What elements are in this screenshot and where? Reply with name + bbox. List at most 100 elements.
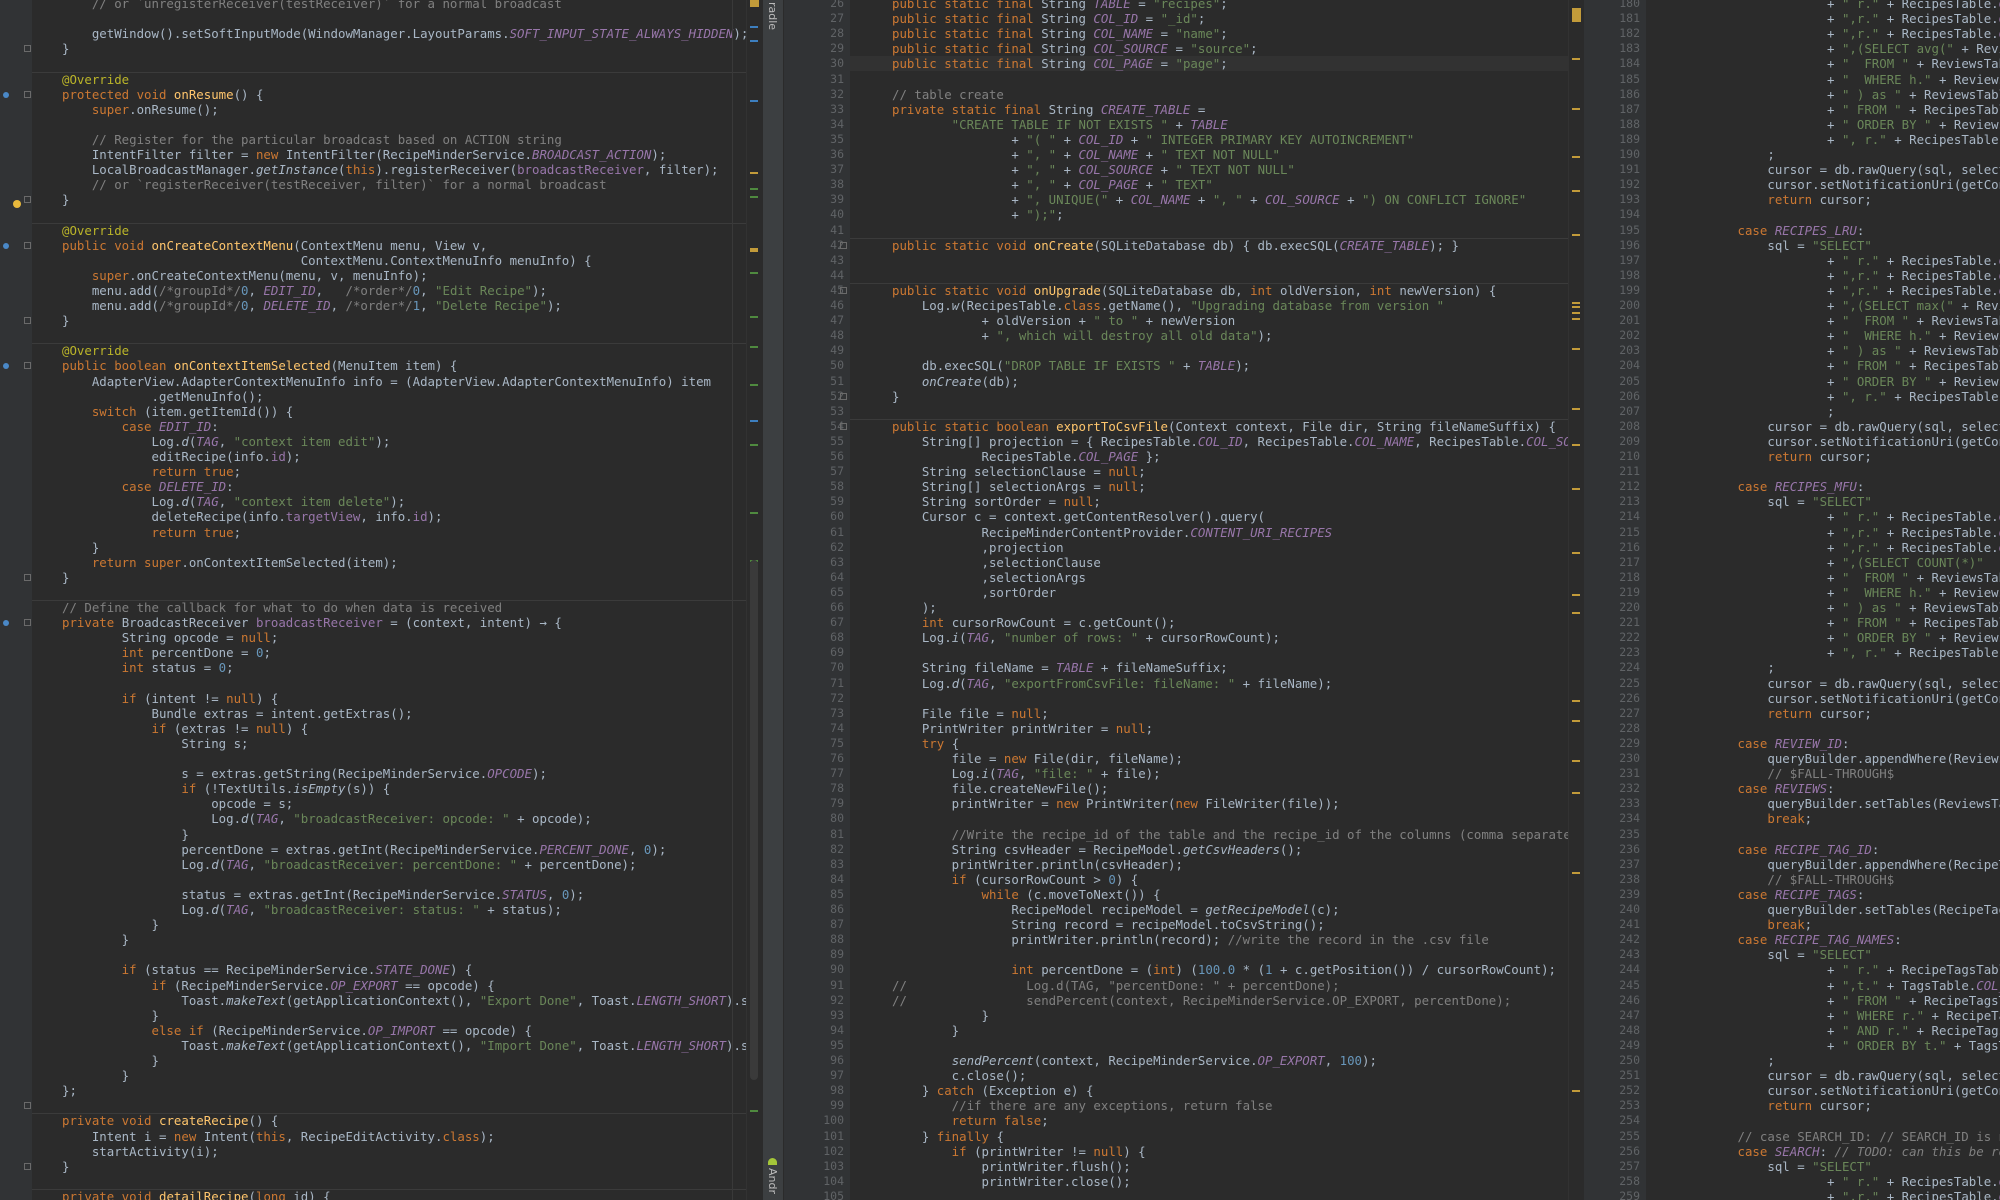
code-line[interactable]: } <box>62 1053 159 1068</box>
code-line[interactable]: // $FALL-THROUGH$ <box>1648 872 1894 887</box>
code-line[interactable]: // sendPercent(context, RecipeMinderServ… <box>892 993 1511 1008</box>
override-marker-icon[interactable] <box>3 363 9 370</box>
code-line[interactable]: + ", UNIQUE(" + COL_NAME + ", " + COL_SO… <box>892 192 1526 207</box>
code-line[interactable]: + " FROM " + RecipesTable.TABLE <box>1648 358 2000 373</box>
code-line[interactable]: menu.add(/*groupId*/0, EDIT_ID, /*order*… <box>62 283 547 298</box>
code-line[interactable]: cursor.setNotificationUri(getContext().g… <box>1648 434 2000 449</box>
middle-scrollbar[interactable] <box>1568 0 1583 1200</box>
code-line[interactable]: super.onResume(); <box>62 102 219 117</box>
code-line[interactable]: return true; <box>62 464 242 479</box>
code-line[interactable]: printWriter.println(record); //write the… <box>892 932 1488 947</box>
code-line[interactable]: + " r." + RecipesTable.COL_ID <box>1648 253 2000 268</box>
code-line[interactable]: printWriter = new PrintWriter(new FileWr… <box>892 796 1340 811</box>
code-line[interactable]: ; <box>1648 147 1774 162</box>
scroll-mark[interactable] <box>1572 408 1580 410</box>
code-line[interactable]: switch (item.getItemId()) { <box>62 404 293 419</box>
scroll-mark[interactable] <box>1572 108 1580 110</box>
code-line[interactable]: + " FROM " + RecipesTable.TABLE <box>1648 615 2000 630</box>
code-line[interactable]: cursor = db.rawQuery(sql, selectionArgs)… <box>1648 1068 2000 1083</box>
code-line[interactable]: } <box>62 570 69 585</box>
code-line[interactable]: if (intent != null) { <box>62 691 279 706</box>
scroll-thumb[interactable] <box>750 560 758 1080</box>
code-line[interactable]: cursor = db.rawQuery(sql, selectionArgs)… <box>1648 419 2000 434</box>
code-line[interactable]: printWriter.println(csvHeader); <box>892 857 1183 872</box>
code-line[interactable]: queryBuilder.setTables(ReviewsTable.TABL… <box>1648 796 2000 811</box>
code-line[interactable]: + " WHERE h." + ReviewsTable.COL_RECIPE_… <box>1648 328 2000 343</box>
code-line[interactable]: public static final String COL_ID = "_id… <box>892 11 1205 26</box>
scroll-mark[interactable] <box>1572 190 1580 192</box>
left-scrollbar[interactable] <box>746 0 761 1200</box>
fold-marker-icon[interactable] <box>24 362 31 370</box>
code-line[interactable]: Log.d(TAG, "context item delete"); <box>62 494 406 509</box>
code-line[interactable]: // Log.d(TAG, "percentDone: " + percentD… <box>892 978 1340 993</box>
scroll-mark[interactable] <box>1572 348 1580 350</box>
code-line[interactable]: .getMenuInfo(); <box>62 389 264 404</box>
warning-indicator-icon[interactable] <box>1572 8 1581 22</box>
code-line[interactable]: protected void onResume() { <box>62 87 263 102</box>
code-line[interactable]: + " r." + RecipesTable.COL_ID <box>1648 0 2000 11</box>
code-line[interactable]: public static final String COL_SOURCE = … <box>892 41 1258 56</box>
code-line[interactable]: + ",r." + RecipesTable.COL_SOURCE <box>1648 26 2000 41</box>
fold-marker-icon[interactable] <box>24 317 31 325</box>
scroll-mark[interactable] <box>1572 444 1580 446</box>
scroll-mark[interactable] <box>1572 792 1580 794</box>
fold-marker-icon[interactable] <box>840 392 847 400</box>
code-line[interactable]: } <box>62 192 69 207</box>
code-line[interactable]: private BroadcastReceiver broadcastRecei… <box>62 615 562 630</box>
scroll-mark[interactable] <box>750 346 758 348</box>
fold-marker-icon[interactable] <box>24 1102 31 1110</box>
code-line[interactable]: else if (RecipeMinderService.OP_IMPORT =… <box>62 1023 532 1038</box>
fold-marker-icon[interactable] <box>840 286 847 294</box>
code-line[interactable]: Log.d(TAG, "broadcastReceiver: status: "… <box>62 902 562 917</box>
code-line[interactable]: super.onCreateContextMenu(menu, v, menuI… <box>62 268 428 283</box>
code-line[interactable]: } <box>892 1023 959 1038</box>
code-line[interactable]: ; <box>1648 1053 1774 1068</box>
code-line[interactable]: editRecipe(info.id); <box>62 449 301 464</box>
code-line[interactable]: Log.i(TAG, "file: " + file); <box>892 766 1161 781</box>
scroll-mark[interactable] <box>750 100 758 102</box>
scroll-mark[interactable] <box>1572 58 1580 60</box>
code-line[interactable]: startActivity(i); <box>62 1144 219 1159</box>
code-line[interactable]: case REVIEWS: <box>1648 781 1835 796</box>
code-line[interactable]: case RECIPES_LRU: <box>1648 223 1865 238</box>
code-line[interactable]: public static void onCreate(SQLiteDataba… <box>892 238 1459 253</box>
code-line[interactable]: queryBuilder.appendWhere(RecipeTagsTable… <box>1648 857 2000 872</box>
code-line[interactable]: public static void onUpgrade(SQLiteDatab… <box>892 283 1496 298</box>
code-line[interactable]: db.execSQL("DROP TABLE IF EXISTS " + TAB… <box>892 358 1250 373</box>
code-line[interactable]: public static final String COL_NAME = "n… <box>892 26 1228 41</box>
code-line[interactable]: + ", " + COL_NAME + " TEXT NOT NULL" <box>892 147 1280 162</box>
fold-marker-icon[interactable] <box>24 45 31 53</box>
code-line[interactable]: Log.w(RecipesTable.class.getName(), "Upg… <box>892 298 1444 313</box>
code-line[interactable]: case RECIPE_TAG_ID: <box>1648 842 1880 857</box>
code-line[interactable]: + ",(SELECT max(" + ReviewsTable.COL_DAT… <box>1648 298 2000 313</box>
code-line[interactable]: } finally { <box>892 1129 1004 1144</box>
code-line[interactable]: + ", which will destroy all old data"); <box>892 328 1273 343</box>
code-line[interactable]: sql = "SELECT" <box>1648 494 1871 509</box>
scroll-mark[interactable] <box>750 420 758 422</box>
code-line[interactable]: public void onCreateContextMenu(ContextM… <box>62 238 487 253</box>
fold-marker-icon[interactable] <box>840 241 847 249</box>
code-line[interactable]: queryBuilder.appendWhere(ReviewsTable.CO… <box>1648 751 2000 766</box>
code-line[interactable]: cursor = db.rawQuery(sql, selectionArgs)… <box>1648 676 2000 691</box>
code-line[interactable]: ContextMenu.ContextMenuInfo menuInfo) { <box>62 253 592 268</box>
code-line[interactable]: private static final String CREATE_TABLE… <box>892 102 1205 117</box>
code-line[interactable]: + " r." + RecipeTagsTable.COL_ID <box>1648 962 2000 977</box>
override-marker-icon[interactable] <box>3 242 9 249</box>
code-line[interactable]: + " ORDER BY t." + TagsTable.COL_NAME <box>1648 1038 2000 1053</box>
code-line[interactable]: ); <box>892 600 937 615</box>
code-line[interactable]: int cursorRowCount = c.getCount(); <box>892 615 1176 630</box>
code-line[interactable]: return cursor; <box>1648 1098 1871 1113</box>
scroll-mark[interactable] <box>750 172 758 174</box>
code-line[interactable]: @Override <box>62 72 129 87</box>
code-line[interactable]: Toast.makeText(getApplicationContext(), … <box>62 1038 746 1053</box>
code-line[interactable]: } <box>62 1008 159 1023</box>
code-line[interactable]: ; <box>1648 660 1774 675</box>
code-line[interactable]: String record = recipeModel.toCsvString(… <box>892 917 1324 932</box>
android-tool-tab[interactable]: Andr <box>766 1168 779 1194</box>
code-line[interactable]: if (status == RecipeMinderService.STATE_… <box>62 962 473 977</box>
scroll-mark[interactable] <box>1572 306 1580 308</box>
code-line[interactable]: + ");"; <box>892 207 1063 222</box>
fold-marker-icon[interactable] <box>840 422 847 430</box>
code-line[interactable]: sql = "SELECT" <box>1648 238 1871 253</box>
code-line[interactable]: String sortOrder = null; <box>892 494 1101 509</box>
